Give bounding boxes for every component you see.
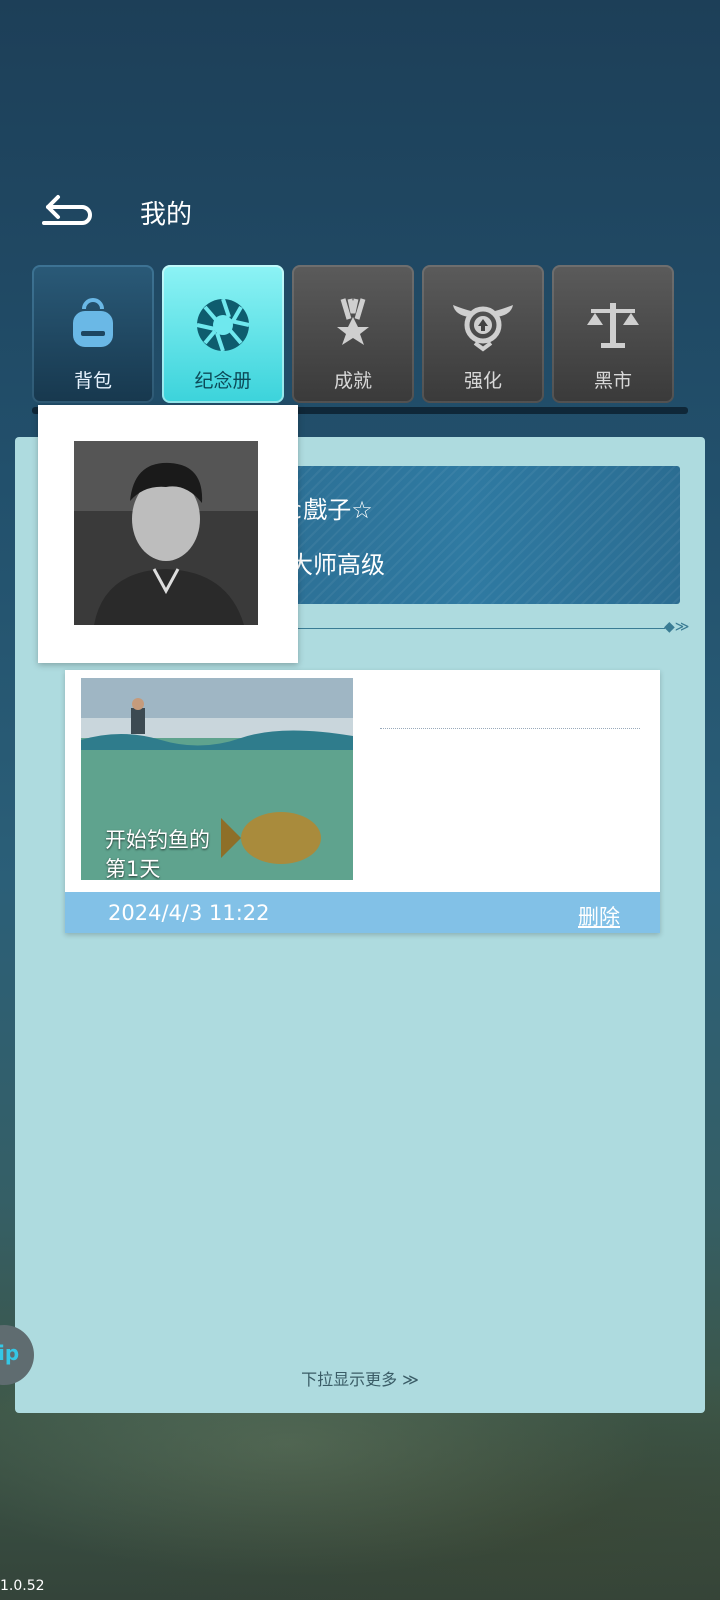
profile-name-card xyxy=(255,466,680,604)
tab-black-market-label: 黑市 xyxy=(593,370,632,392)
tab-black-market[interactable]: 黑市 xyxy=(552,265,674,403)
scales-icon xyxy=(587,303,639,348)
memory-caption-line1: 开始钓鱼的 xyxy=(105,828,210,852)
page-title: 我的 xyxy=(140,200,193,230)
tab-album-label: 纪念册 xyxy=(194,370,252,392)
backpack-icon xyxy=(73,298,113,347)
tab-backpack-label: 背包 xyxy=(73,370,112,392)
memory-footer: 2024/4/3 11:22 删除 xyxy=(65,892,660,933)
memory-photo: 开始钓鱼的 第1天 xyxy=(81,678,353,880)
divider-line xyxy=(290,628,665,629)
avatar xyxy=(74,441,258,625)
camera-aperture-icon xyxy=(196,298,250,352)
tab-upgrade[interactable]: 强化 xyxy=(422,265,544,403)
memory-card[interactable]: 开始钓鱼的 第1天 2024/4/3 11:22 删除 xyxy=(65,670,660,933)
medal-icon xyxy=(337,298,369,345)
back-button[interactable] xyxy=(40,187,100,231)
version-label: 1.0.52 xyxy=(0,1578,45,1594)
tab-bar: 背包 纪念册 成就 强化 黑市 xyxy=(32,265,688,414)
memory-text-line xyxy=(380,728,640,729)
pull-more-hint[interactable]: 下拉显示更多 ≫ xyxy=(0,1366,720,1390)
divider-arrow-icon: ◆≫ xyxy=(664,619,690,635)
header: 我的 xyxy=(40,182,680,242)
tab-upgrade-label: 强化 xyxy=(463,370,502,392)
avatar-frame[interactable] xyxy=(38,405,298,663)
tab-achievements-label: 成就 xyxy=(333,370,372,392)
delete-button[interactable]: 删除 xyxy=(578,901,620,931)
memory-caption-line2: 第1天 xyxy=(105,857,161,880)
winged-upgrade-icon xyxy=(453,305,513,352)
floating-assistant-label: ip xyxy=(0,1341,20,1365)
tab-achievements[interactable]: 成就 xyxy=(292,265,414,403)
memory-date: 2024/4/3 11:22 xyxy=(108,901,270,925)
tab-backpack[interactable]: 背包 xyxy=(32,265,154,403)
avatar-photo xyxy=(74,441,258,625)
tab-album[interactable]: 纪念册 xyxy=(162,265,284,403)
back-arrow-icon xyxy=(42,195,92,225)
memory-caption: 开始钓鱼的 第1天 xyxy=(105,826,210,880)
